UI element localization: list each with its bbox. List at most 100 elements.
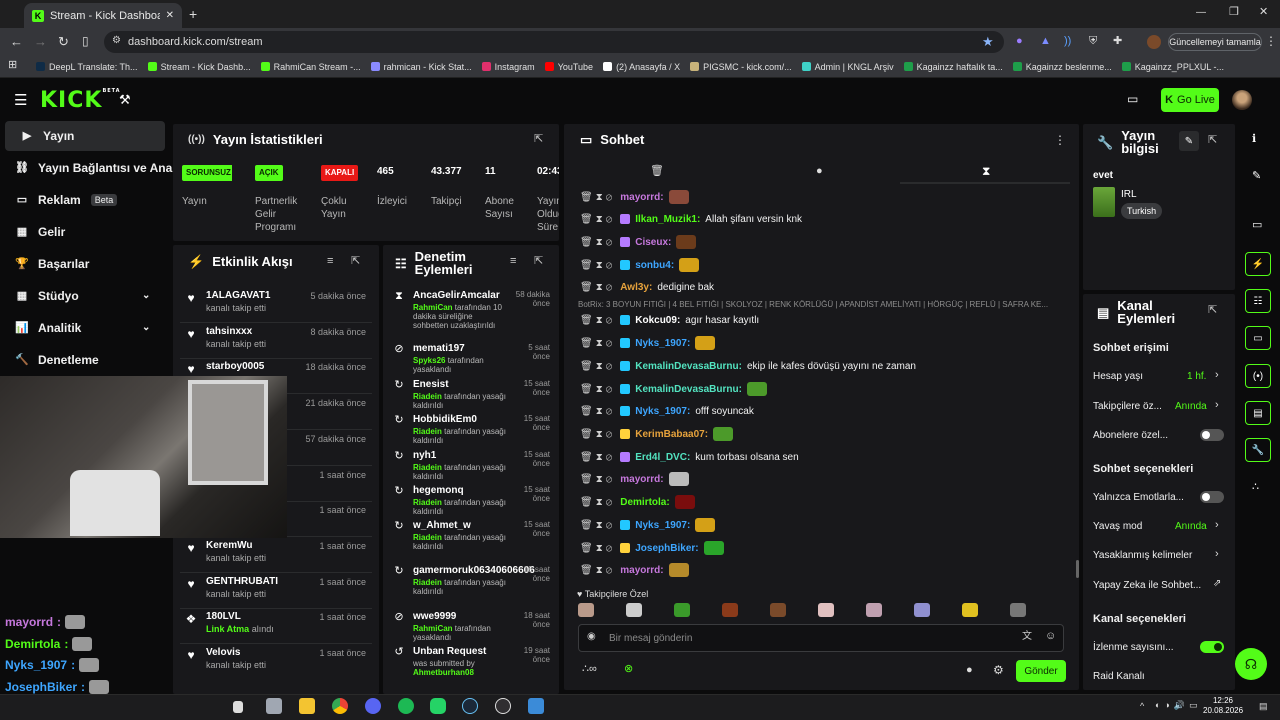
clock[interactable]: 12:26 20.08.2026 xyxy=(1203,696,1243,717)
puzzle-icon[interactable]: ✚ xyxy=(1113,36,1122,47)
info-icon[interactable]: ℹ xyxy=(1252,134,1256,145)
steam-icon[interactable] xyxy=(462,698,478,714)
emote-option[interactable] xyxy=(770,603,786,617)
emote-option[interactable] xyxy=(674,603,690,617)
creator-rail-icon[interactable]: ▭ xyxy=(1252,220,1262,231)
message-mod-icons[interactable]: 🗑⧗⊘ xyxy=(580,237,615,248)
popout-icon[interactable]: ⇱ xyxy=(351,256,360,267)
chat-username[interactable]: KerimBabaa07: xyxy=(635,429,708,440)
sidebar-item-stream[interactable]: ▶ Yayın xyxy=(5,121,165,151)
chrome-icon[interactable] xyxy=(332,698,348,714)
chevron-right-icon[interactable]: › xyxy=(1215,400,1219,411)
chat-username[interactable]: Ciseux: xyxy=(635,237,671,248)
tools-icon[interactable]: ⚒ xyxy=(119,93,131,106)
chat-input[interactable]: Bir mesaj gönderin xyxy=(578,624,1064,652)
spotify-icon[interactable] xyxy=(398,698,414,714)
chat-username[interactable]: Awl3y: xyxy=(620,282,652,293)
chevron-right-icon[interactable]: › xyxy=(1215,520,1219,531)
bookmark-item[interactable]: PIGSMC - kick.com/... xyxy=(690,62,792,72)
minimize-icon[interactable]: — xyxy=(1196,8,1206,18)
sidepanel-icon[interactable]: ▯ xyxy=(82,35,89,47)
chat-username[interactable]: Kokcu09: xyxy=(635,315,680,326)
new-tab-icon[interactable]: + xyxy=(189,7,197,21)
emote-option[interactable] xyxy=(818,603,834,617)
translate-icon[interactable]: 文 xyxy=(1022,632,1032,642)
subscribers-only-toggle[interactable] xyxy=(1200,429,1224,441)
address-bar[interactable]: dashboard.kick.com/stream xyxy=(104,31,1004,53)
message-mod-icons[interactable]: 🗑⧗⊘ xyxy=(580,315,615,326)
bookmark-item[interactable]: Instagram xyxy=(481,62,535,72)
shield-icon[interactable]: ⛨ xyxy=(1089,36,1097,47)
trash-tab-icon[interactable]: 🗑 xyxy=(650,166,664,177)
community-icon[interactable]: ∴ xyxy=(1252,482,1259,493)
bookmark-item[interactable]: Stream - Kick Dashb... xyxy=(147,62,251,72)
popout-icon[interactable]: ⇱ xyxy=(534,256,543,267)
pencil-rail-icon[interactable]: ✎ xyxy=(1252,171,1261,182)
notification-icon[interactable]: ▤ xyxy=(1259,702,1268,711)
message-mod-icons[interactable]: 🗑⧗⊘ xyxy=(580,565,615,576)
browser-menu-icon[interactable]: ⋮ xyxy=(1265,35,1277,47)
filter-icon[interactable]: ≡ xyxy=(327,256,333,267)
emote-option[interactable] xyxy=(866,603,882,617)
chevron-down-icon[interactable]: ⌄ xyxy=(142,291,150,301)
message-mod-icons[interactable]: 🗑⧗⊘ xyxy=(580,497,615,508)
chat-rail-button[interactable]: ▭ xyxy=(1245,326,1271,350)
emotes-only-toggle[interactable] xyxy=(1200,491,1224,503)
chat-username[interactable]: Erd4l_DVC: xyxy=(635,452,690,463)
raid-channel-label[interactable]: Raid Kanalı xyxy=(1093,671,1145,682)
chat-menu-icon[interactable]: ⋮ xyxy=(1054,134,1066,146)
external-link-icon[interactable]: ⇗ xyxy=(1213,579,1221,589)
points-icon[interactable]: ∴∞ xyxy=(582,664,597,675)
chat-username[interactable]: Nyks_1907: xyxy=(635,338,690,349)
followers-only-label[interactable]: Takipçilere öz... xyxy=(1093,401,1162,412)
chat-username[interactable]: Nyks_1907: xyxy=(635,406,690,417)
message-mod-icons[interactable]: 🗑⧗⊘ xyxy=(580,474,615,485)
emote-option[interactable] xyxy=(914,603,930,617)
browser-tab[interactable]: K Stream - Kick Dashboard ✕ xyxy=(24,3,182,28)
chat-tab-icon[interactable]: ● xyxy=(816,166,823,177)
sidebar-item-ads[interactable]: ▭ Reklam Beta xyxy=(0,185,168,215)
bookmark-item[interactable]: RahmiCan Stream -... xyxy=(260,62,361,72)
chat-username[interactable]: sonbu4: xyxy=(635,260,674,271)
app-icon[interactable] xyxy=(528,698,544,714)
broadcast-rail-button[interactable]: (•) xyxy=(1245,364,1271,388)
chat-username[interactable]: Ilkan_Muzik1: xyxy=(635,214,700,225)
bookmark-item[interactable]: Kagainzz haftalık ta... xyxy=(903,62,1003,72)
chat-settings-bubble-icon[interactable]: ● xyxy=(966,665,973,676)
reload-icon[interactable]: ↻ xyxy=(58,35,69,48)
chat-username[interactable]: mayorrd: xyxy=(620,474,663,485)
wrench-rail-button[interactable]: 🔧 xyxy=(1245,438,1271,462)
kick-logo[interactable]: KICKBETA xyxy=(40,88,121,113)
whatsapp-icon[interactable] xyxy=(430,698,446,714)
creator-icon[interactable]: ▭ xyxy=(1127,93,1138,105)
message-mod-icons[interactable]: 🗑⧗⊘ xyxy=(580,384,615,395)
go-live-button[interactable]: K Go Live xyxy=(1161,88,1219,112)
extension-icon-2[interactable]: ▲ xyxy=(1040,36,1051,47)
sidebar-item-revenue[interactable]: ▦ Gelir xyxy=(0,217,168,247)
popout-icon[interactable]: ⇱ xyxy=(534,134,543,145)
emote-option[interactable] xyxy=(962,603,978,617)
kick-points-icon[interactable]: ⊗ xyxy=(624,664,633,675)
chat-settings-gear-icon[interactable]: ⚙ xyxy=(993,664,1004,676)
user-avatar[interactable] xyxy=(1232,90,1252,110)
message-mod-icons[interactable]: 🗑⧗⊘ xyxy=(580,338,615,349)
emote-option[interactable] xyxy=(1010,603,1026,617)
message-mod-icons[interactable]: 🗑⧗⊘ xyxy=(580,406,615,417)
chat-username[interactable]: mayorrd: xyxy=(620,192,663,203)
folder-icon[interactable] xyxy=(299,698,315,714)
emote-option[interactable] xyxy=(578,603,594,617)
slow-mode-label[interactable]: Yavaş mod xyxy=(1093,521,1142,532)
bookmark-item[interactable]: (2) Anasayfa / X xyxy=(603,62,680,72)
profile-avatar-icon[interactable] xyxy=(1147,35,1161,49)
emote-option[interactable] xyxy=(722,603,738,617)
message-mod-icons[interactable]: 🗑⧗⊘ xyxy=(580,282,615,293)
extension-icon-3[interactable]: )) xyxy=(1064,36,1071,47)
bookmark-item[interactable]: DeepL Translate: Th... xyxy=(36,62,138,72)
message-mod-icons[interactable]: 🗑⧗⊘ xyxy=(580,192,615,203)
chevron-down-icon[interactable]: ⌄ xyxy=(142,323,150,333)
message-mod-icons[interactable]: 🗑⧗⊘ xyxy=(580,520,615,531)
taskview-icon[interactable] xyxy=(233,701,243,713)
discord-icon[interactable] xyxy=(365,698,381,714)
sidebar-item-studio[interactable]: ▦ Stüdyo ⌄ xyxy=(0,281,168,311)
list-rail-button[interactable]: ☷ xyxy=(1245,289,1271,313)
